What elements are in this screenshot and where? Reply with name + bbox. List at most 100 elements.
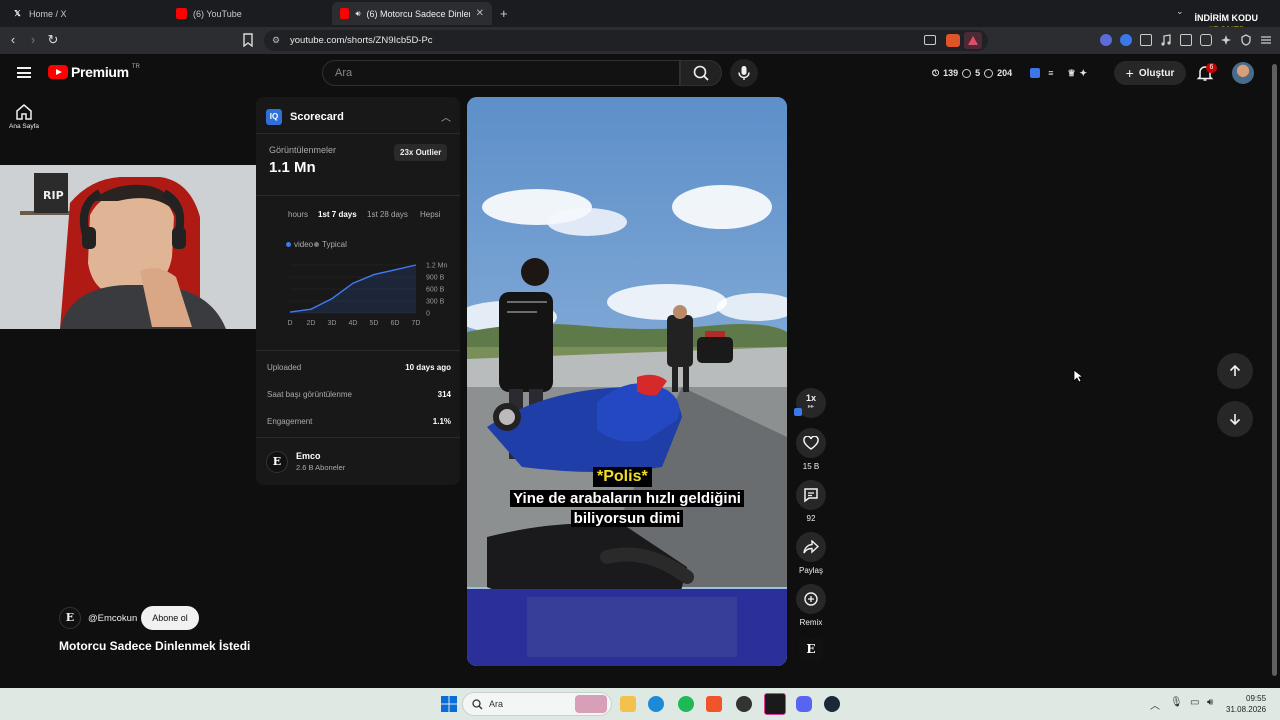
browser-menu-icon[interactable] (1260, 34, 1272, 46)
next-short-button[interactable] (1217, 401, 1253, 437)
tab-current-short[interactable]: 🔊︎ (6) Motorcu Sadece Dinlenme ✕ (332, 2, 492, 25)
new-tab-button[interactable]: + (500, 6, 508, 21)
tray-volume-icon[interactable]: 🔊︎ (1207, 697, 1213, 708)
chart-x-tick: 2D (307, 320, 316, 327)
address-bar[interactable]: ⚙︎ youtube.com/shorts/ZN9Icb5D-Pc (264, 30, 988, 51)
plus-icon: + (1125, 65, 1134, 81)
chart-x-tick: 6D (391, 320, 400, 327)
tray-chevron-icon[interactable]: ︿ (1150, 697, 1160, 712)
remix-label: Remix (799, 618, 823, 627)
close-tab-icon[interactable]: ✕ (476, 8, 484, 19)
mouse-cursor-icon (1073, 369, 1083, 383)
sidebar-item-home[interactable]: Ana Sayfa (4, 104, 44, 130)
create-button[interactable]: + Oluştur (1114, 61, 1186, 85)
vidiq-icon[interactable] (1030, 68, 1041, 78)
tab-label: (6) Motorcu Sadece Dinlenme (366, 8, 470, 19)
youtube-premium-logo[interactable]: Premium TR (48, 64, 140, 80)
collapse-chevron-icon[interactable]: ︿ (441, 109, 451, 124)
chart-x-tick: D (287, 320, 292, 327)
short-channel-handle[interactable]: @Emcokun (88, 613, 137, 624)
youtube-header: Premium TR Ara 🕓︎ 139 5 204 ≡ ♕ ✦ + Oluş… (0, 54, 1268, 92)
spotify-icon[interactable] (678, 696, 694, 712)
game-app-icon[interactable] (764, 693, 786, 715)
trophy-icon[interactable]: ♕ (1067, 68, 1075, 79)
tab-all[interactable]: Hepsi (420, 210, 440, 219)
tray-display-icon[interactable]: ▭ (1190, 697, 1199, 708)
ai-sparkle-icon[interactable] (1220, 34, 1232, 46)
music-icon[interactable] (1160, 34, 1172, 46)
file-explorer-icon[interactable] (620, 696, 636, 712)
channel-name[interactable]: Emco (296, 451, 321, 461)
share-button[interactable]: Paylaş (796, 532, 826, 575)
chart-x-tick: 5D (370, 320, 379, 327)
logo-region: TR (131, 64, 140, 70)
hamburger-menu-icon[interactable] (17, 67, 31, 78)
tab-hours[interactable]: hours (288, 210, 308, 219)
short-channel-avatar[interactable]: E (59, 607, 81, 629)
extension-icon[interactable] (1120, 34, 1132, 46)
back-arrow-icon[interactable]: ‹ (6, 33, 20, 47)
brave-icon[interactable] (706, 696, 722, 712)
sparkle-icon[interactable]: ✦ (1080, 68, 1088, 79)
like-count: 15 B (802, 462, 820, 471)
taskbar-clock[interactable]: 09:55 31.08.2026 (1226, 693, 1266, 715)
eye-icon (984, 68, 994, 78)
chart-x-tick: 7D (412, 320, 421, 327)
vpn-shield-icon[interactable] (1240, 34, 1252, 46)
bookmark-icon[interactable] (242, 33, 256, 47)
edge-icon[interactable] (648, 696, 664, 712)
remix-button[interactable]: Remix (796, 584, 826, 627)
extensions-puzzle-icon[interactable] (1140, 34, 1152, 46)
youtube-icon (340, 8, 350, 19)
tab-search-chevron-icon[interactable]: ⌄ (1176, 6, 1184, 17)
site-settings-icon[interactable]: ⚙︎ (272, 35, 280, 46)
previous-short-button[interactable] (1217, 353, 1253, 389)
extension-leo-icon[interactable] (1100, 34, 1112, 46)
avatar[interactable] (1232, 62, 1254, 84)
arrow-up-icon (1229, 364, 1241, 376)
comments-button[interactable]: 92 (796, 480, 826, 523)
scrollbar-thumb[interactable] (1272, 64, 1277, 676)
channel-thumbnail[interactable]: E (799, 638, 823, 660)
extension-stats-bar[interactable]: 🕓︎ 139 5 204 ≡ ♕ ✦ (926, 62, 1093, 84)
taskbar-search[interactable]: Ara (462, 692, 612, 716)
brave-shields-icon[interactable] (946, 34, 960, 47)
short-video-player[interactable]: *Polis* Yine de arabaların hızlı geldiği… (467, 97, 787, 666)
forward-arrow-icon[interactable]: › (26, 33, 40, 47)
reload-icon[interactable]: ↻ (46, 33, 60, 47)
tab-youtube[interactable]: (6) YouTube (168, 2, 328, 25)
sidebar-toggle-icon[interactable] (1180, 34, 1192, 46)
tab-x-home[interactable]: 𝕏 Home / X (4, 2, 164, 25)
chart-y-tick: 0 (426, 311, 430, 318)
windows-start-icon[interactable] (441, 696, 457, 712)
share-icon (803, 540, 819, 554)
search-icon (472, 699, 483, 710)
caption-speaker: *Polis* (593, 467, 652, 487)
vidiq-scorecard-panel: IQ Scorecard ︿ Görüntülenmeler 1.1 Mn 23… (256, 97, 460, 485)
microphone-icon (738, 66, 750, 80)
wallet-icon[interactable] (1200, 34, 1212, 46)
cast-icon[interactable] (924, 35, 936, 45)
tray-mic-icon[interactable]: 🎙︎ (1170, 697, 1183, 708)
youtube-play-logo-icon (48, 65, 68, 79)
tab-first-28-days[interactable]: 1st 28 days (367, 210, 408, 219)
steam-icon[interactable] (824, 696, 840, 712)
discord-icon[interactable] (796, 696, 812, 712)
brave-rewards-icon[interactable] (964, 32, 982, 49)
search-input[interactable]: Ara (322, 60, 680, 86)
voice-search-button[interactable] (730, 59, 758, 87)
tab-first-7-days[interactable]: 1st 7 days (318, 210, 357, 219)
subscribe-button[interactable]: Abone ol (141, 606, 199, 630)
list-icon[interactable]: ≡ (1048, 68, 1053, 78)
views-label: Görüntülenmeler (269, 145, 337, 155)
clock-time: 09:55 (1246, 694, 1267, 703)
speed-label: 1x (805, 393, 816, 403)
legend-video: video (286, 240, 313, 249)
scorecard-title: Scorecard (290, 111, 344, 123)
short-title[interactable]: Motorcu Sadece Dinlenmek İstedi (59, 639, 250, 653)
like-button[interactable]: 15 B (796, 428, 826, 471)
channel-avatar[interactable]: E (266, 451, 288, 473)
chatgpt-icon[interactable] (736, 696, 752, 712)
search-button[interactable] (680, 60, 722, 86)
page-scrollbar[interactable] (1269, 54, 1280, 688)
